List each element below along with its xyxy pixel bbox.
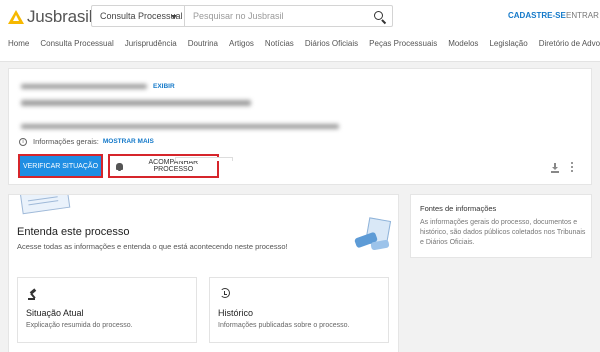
collapsed-panel-tab[interactable] [175,157,233,161]
login-link[interactable]: ENTRAR [566,11,599,20]
nav-item-jurisprudencia[interactable]: Jurisprudência [125,39,177,48]
show-link[interactable]: EXIBIR [153,83,175,90]
verify-status-button[interactable]: VERIFICAR SITUAÇÃO [18,154,103,178]
nav-item-home[interactable]: Home [8,39,29,48]
general-info-row: i Informações gerais: MOSTRAR MAIS [19,137,154,146]
main-nav: Home Consulta Processual Jurisprudência … [8,39,600,48]
current-status-title: Situação Atual [26,308,84,318]
nav-item-legislacao[interactable]: Legislação [489,39,527,48]
history-desc: Informações publicadas sobre o processo. [218,322,350,329]
general-info-label: Informações gerais: [33,137,99,146]
bell-icon [116,162,123,171]
search-icon[interactable] [368,6,392,26]
more-options-icon[interactable] [571,162,573,172]
understand-process-card: Entenda este processo Acesse todas as in… [8,194,399,352]
nav-item-pecas-processuais[interactable]: Peças Processuais [369,39,437,48]
redacted-case-title [21,100,251,106]
download-icon[interactable] [551,163,559,173]
nav-item-consulta-processual[interactable]: Consulta Processual [40,39,113,48]
follow-process-label: ACOMPANHAR PROCESSO [148,159,199,173]
nav-item-diretorio-advogados[interactable]: Diretório de Advogados [539,39,600,48]
signup-link[interactable]: CADASTRE-SE [508,11,566,20]
information-sources-card: Fontes de informações As informações ger… [410,194,592,258]
info-icon: i [19,137,27,146]
search-bar: Consulta Processual [91,5,393,27]
logo-triangle-icon [8,10,24,24]
history-card[interactable]: Histórico Informações publicadas sobre o… [209,277,389,343]
nav-item-doutrina[interactable]: Doutrina [188,39,218,48]
history-title: Histórico [218,308,254,318]
sources-title: Fontes de informações [420,204,497,213]
sources-body: As informações gerais do processo, docum… [420,219,586,246]
handshake-document-illustration [353,217,393,257]
redacted-case-number [21,84,147,89]
current-status-card[interactable]: Situação Atual Explicação resumida do pr… [17,277,197,343]
search-input[interactable] [185,6,368,26]
nav-item-diarios-oficiais[interactable]: Diários Oficiais [305,39,358,48]
show-more-link[interactable]: MOSTRAR MAIS [103,138,154,145]
current-status-desc: Explicação resumida do processo. [26,322,133,329]
documents-illustration [19,195,71,215]
understand-title: Entenda este processo [17,226,130,238]
nav-item-artigos[interactable]: Artigos [229,39,254,48]
header: Jusbrasil Consulta Processual CADASTRE-S… [0,0,600,62]
nav-item-noticias[interactable]: Notícias [265,39,294,48]
search-category-select[interactable]: Consulta Processual [92,6,185,26]
logo-text: Jusbrasil [27,7,93,26]
understand-subtitle: Acesse todas as informações e entenda o … [17,242,288,251]
nav-item-modelos[interactable]: Modelos [448,39,478,48]
history-icon [220,288,230,298]
gavel-icon [28,288,38,300]
caret-down-icon [171,15,177,19]
jusbrasil-logo[interactable]: Jusbrasil [8,7,93,26]
redacted-case-parties [21,124,339,129]
